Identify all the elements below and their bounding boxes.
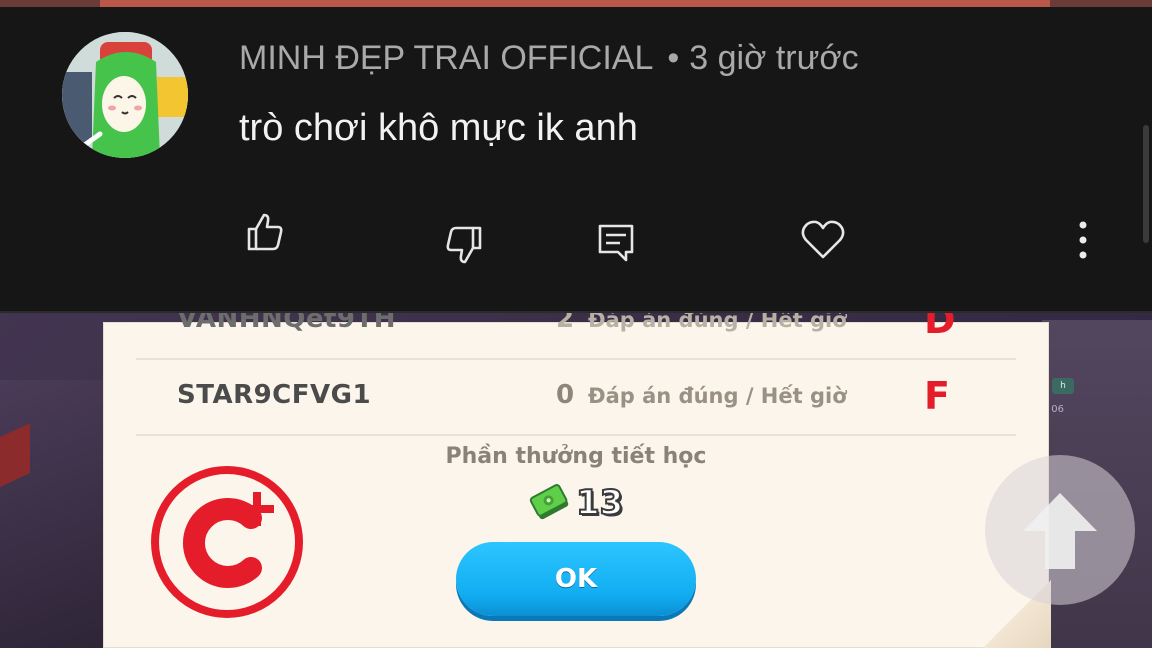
jump-button[interactable] — [985, 455, 1135, 605]
heart-icon[interactable] — [799, 216, 847, 264]
reward-amount: 13 — [575, 482, 624, 524]
scrollbar[interactable] — [1143, 125, 1149, 243]
separator-dot: • — [667, 39, 680, 77]
background-wall-left — [0, 380, 104, 648]
more-vert-icon[interactable] — [1059, 216, 1107, 264]
cash-icon — [529, 484, 569, 520]
correct-count: 0 — [556, 380, 575, 410]
ok-button[interactable]: OK — [456, 542, 696, 616]
player-name: STAR9CFVG1 — [177, 380, 372, 410]
comment-card: MINH ĐẸP TRAI OFFICIAL • 3 giờ trước trò c… — [0, 7, 1152, 313]
up-arrow-icon — [1023, 493, 1097, 569]
reply-icon[interactable] — [592, 219, 640, 267]
comment-header: MINH ĐẸP TRAI OFFICIAL • 3 giờ trước — [239, 39, 859, 78]
comment-author[interactable]: MINH ĐẸP TRAI OFFICIAL — [239, 39, 653, 77]
class-results-panel: VANHNQet9TH 2 Đáp án đúng / Hết giờ D ST… — [103, 298, 1051, 648]
avatar-image — [62, 32, 188, 158]
like-icon[interactable] — [240, 208, 288, 256]
comment-text: trò chơi khô mực ik anh — [239, 107, 638, 149]
top-edge-strip — [0, 0, 1152, 7]
answer-status: Đáp án đúng / Hết giờ — [588, 384, 847, 408]
avatar[interactable] — [62, 32, 188, 158]
background-player-badge: h — [1052, 378, 1074, 394]
background-player-number: 06 — [1051, 404, 1064, 415]
result-row: STAR9CFVG1 0 Đáp án đúng / Hết giờ F — [136, 358, 1016, 436]
reward-display: 13 — [528, 480, 624, 526]
overall-grade-stamp: C+ — [151, 466, 303, 618]
comment-timestamp: 3 giờ trước — [689, 39, 859, 77]
grade-letter: F — [924, 374, 950, 418]
dislike-icon[interactable] — [441, 221, 489, 269]
